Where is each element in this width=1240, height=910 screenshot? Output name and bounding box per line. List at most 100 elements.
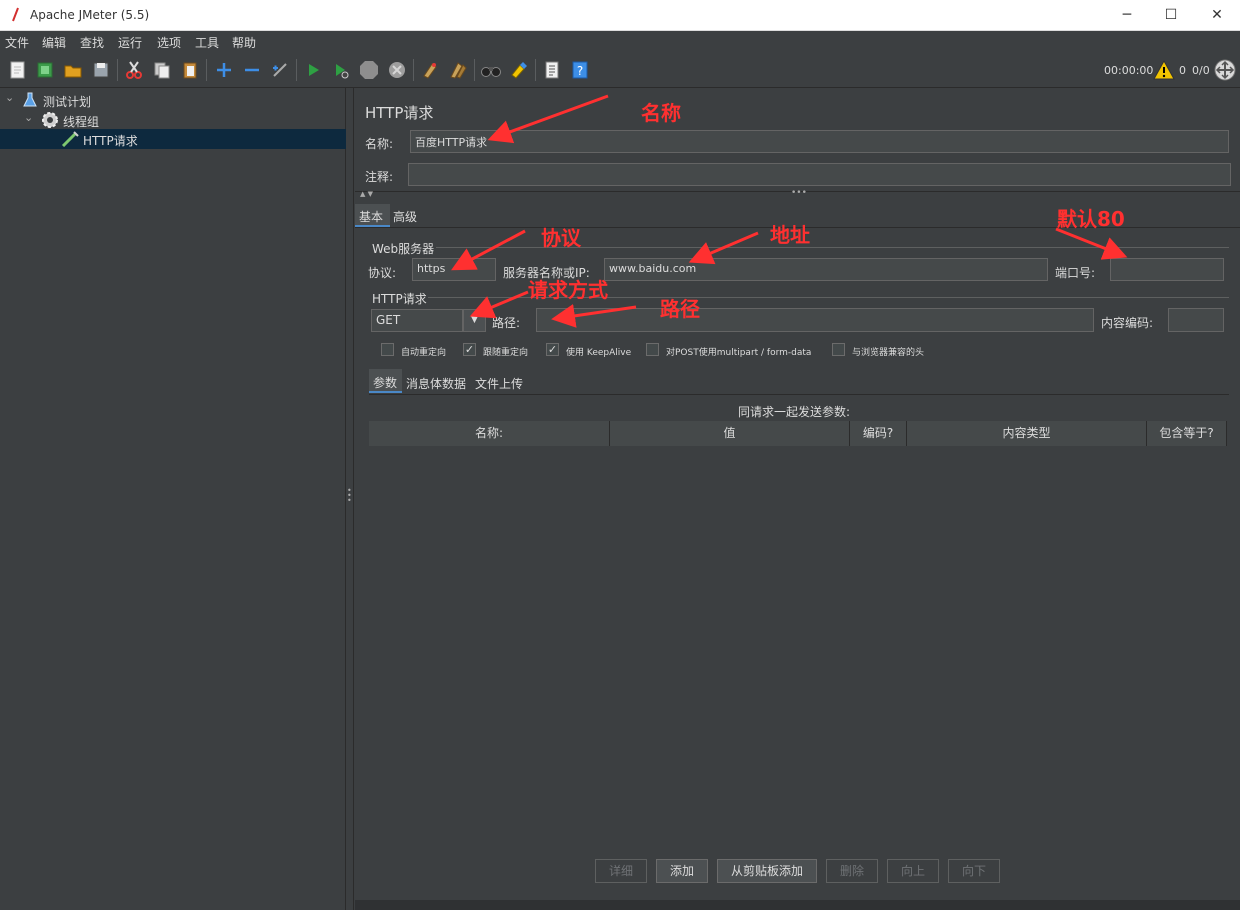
close-button[interactable]: ✕ — [1194, 0, 1240, 31]
tab-file-upload[interactable]: 文件上传 — [475, 375, 523, 392]
stop-icon[interactable] — [357, 58, 381, 82]
annotation-port-default: 默认80 — [1057, 207, 1125, 231]
panel-title: HTTP请求 — [365, 104, 434, 122]
new-icon[interactable] — [6, 58, 30, 82]
protocol-label: 协议: — [368, 266, 397, 280]
clear-icon[interactable] — [418, 58, 442, 82]
follow-redirects-checkbox[interactable] — [463, 343, 476, 356]
pipette-icon — [61, 131, 79, 147]
browser-headers-checkbox[interactable] — [832, 343, 845, 356]
divider-grip-icon[interactable]: ••• — [791, 188, 807, 198]
encoding-input[interactable] — [1168, 308, 1224, 332]
paste-icon[interactable] — [178, 58, 202, 82]
toggle-icon[interactable] — [268, 58, 292, 82]
tab-advanced[interactable]: 高级 — [393, 208, 417, 225]
delete-button[interactable]: 删除 — [826, 859, 878, 883]
params-table-body[interactable] — [369, 446, 1227, 846]
tab-parameters[interactable]: 参数 — [369, 369, 402, 393]
start-icon[interactable] — [301, 58, 325, 82]
tree-node-test-plan[interactable]: ⌄ 测试计划 — [0, 90, 346, 110]
comment-input[interactable] — [408, 163, 1231, 186]
function-helper-icon[interactable] — [540, 58, 564, 82]
keepalive-checkbox[interactable] — [546, 343, 559, 356]
split-pane-divider[interactable]: • • • — [346, 88, 354, 910]
test-plan-tree: ⌄ 测试计划 ⌄ 线程组 HTTP请求 — [0, 88, 346, 910]
remote-globe-icon[interactable] — [1214, 59, 1236, 81]
menu-options[interactable]: 选项 — [157, 34, 181, 51]
elapsed-timer: 00:00:00 — [1104, 64, 1154, 77]
path-input[interactable] — [536, 308, 1094, 332]
annotation-name: 名称 — [641, 101, 681, 125]
open-icon[interactable] — [61, 58, 85, 82]
collapse-arrows-icon[interactable]: ▲ ▼ — [360, 190, 373, 198]
chevron-down-icon[interactable]: ▼ — [463, 309, 486, 332]
subtab-underline — [369, 394, 1229, 395]
column-header-value[interactable]: 值 — [610, 421, 850, 446]
tree-node-thread-group[interactable]: ⌄ 线程组 — [0, 110, 346, 130]
copy-icon[interactable] — [150, 58, 174, 82]
start-no-pauses-icon[interactable] — [329, 58, 353, 82]
menu-file[interactable]: 文件 — [5, 34, 29, 51]
shutdown-icon[interactable] — [385, 58, 409, 82]
add-button[interactable]: 添加 — [656, 859, 708, 883]
protocol-input[interactable]: https — [412, 258, 496, 281]
jmeter-logo-icon — [12, 7, 19, 22]
chevron-down-icon[interactable]: ⌄ — [24, 111, 33, 124]
collapse-icon[interactable] — [240, 58, 264, 82]
port-input[interactable] — [1110, 258, 1224, 281]
tab-basic[interactable]: 基本 — [355, 204, 390, 227]
menu-edit[interactable]: 编辑 — [42, 34, 66, 51]
splitter-grip-icon[interactable]: • • • — [347, 487, 352, 505]
path-label: 路径: — [492, 316, 521, 330]
redirect-auto-checkbox[interactable] — [381, 343, 394, 356]
tree-node-http-request[interactable]: HTTP请求 — [0, 129, 346, 149]
cut-icon[interactable] — [122, 58, 146, 82]
tab-body-data[interactable]: 消息体数据 — [406, 375, 466, 392]
web-server-section-label: Web服务器 — [372, 242, 435, 256]
down-button[interactable]: 向下 — [948, 859, 1000, 883]
annotation-protocol: 协议 — [541, 226, 581, 250]
add-from-clipboard-button[interactable]: 从剪贴板添加 — [717, 859, 817, 883]
status-bar — [355, 900, 1240, 910]
reset-search-icon[interactable] — [507, 58, 531, 82]
warning-count: 0 — [1179, 64, 1186, 77]
menu-search[interactable]: 查找 — [80, 34, 104, 51]
column-header-include-equals[interactable]: 包含等于? — [1147, 421, 1227, 446]
active-threads: 0/0 — [1192, 64, 1210, 77]
multipart-label: 对POST使用multipart / form-data — [666, 348, 812, 358]
window-title: Apache JMeter (5.5) — [30, 8, 150, 22]
http-request-section-label: HTTP请求 — [372, 292, 427, 306]
redirect-auto-label: 自动重定向 — [401, 348, 447, 358]
templates-icon[interactable] — [33, 58, 57, 82]
column-header-name[interactable]: 名称: — [369, 421, 610, 446]
params-caption: 同请求一起发送参数: — [738, 405, 851, 419]
search-icon[interactable] — [479, 58, 503, 82]
menu-tools[interactable]: 工具 — [195, 34, 219, 51]
maximize-button[interactable]: ☐ — [1148, 0, 1194, 31]
column-header-content-type[interactable]: 内容类型 — [907, 421, 1147, 446]
menu-help[interactable]: 帮助 — [232, 34, 256, 51]
server-input[interactable]: www.baidu.com — [604, 258, 1048, 281]
port-label: 端口号: — [1055, 266, 1096, 280]
toolbar: ? — [0, 53, 1240, 88]
multipart-checkbox[interactable] — [646, 343, 659, 356]
save-icon[interactable] — [89, 58, 113, 82]
browser-headers-label: 与浏览器兼容的头 — [852, 348, 925, 358]
name-label: 名称: — [365, 137, 394, 151]
flask-icon — [23, 92, 37, 107]
detail-button[interactable]: 详细 — [595, 859, 647, 883]
up-button[interactable]: 向上 — [887, 859, 939, 883]
follow-redirects-label: 跟随重定向 — [483, 348, 529, 358]
annotation-address: 地址 — [770, 223, 810, 247]
menu-run[interactable]: 运行 — [118, 34, 142, 51]
method-select[interactable]: GET — [371, 309, 463, 332]
name-input[interactable]: 百度HTTP请求 — [410, 130, 1229, 153]
warning-icon[interactable] — [1153, 60, 1175, 80]
clear-all-icon[interactable] — [446, 58, 470, 82]
help-icon[interactable]: ? — [568, 58, 592, 82]
chevron-down-icon[interactable]: ⌄ — [5, 91, 14, 104]
section-divider[interactable]: ▲ ▼ ••• — [355, 188, 1240, 201]
expand-icon[interactable] — [212, 58, 236, 82]
column-header-encode[interactable]: 编码? — [850, 421, 907, 446]
minimize-button[interactable]: ─ — [1104, 0, 1150, 31]
